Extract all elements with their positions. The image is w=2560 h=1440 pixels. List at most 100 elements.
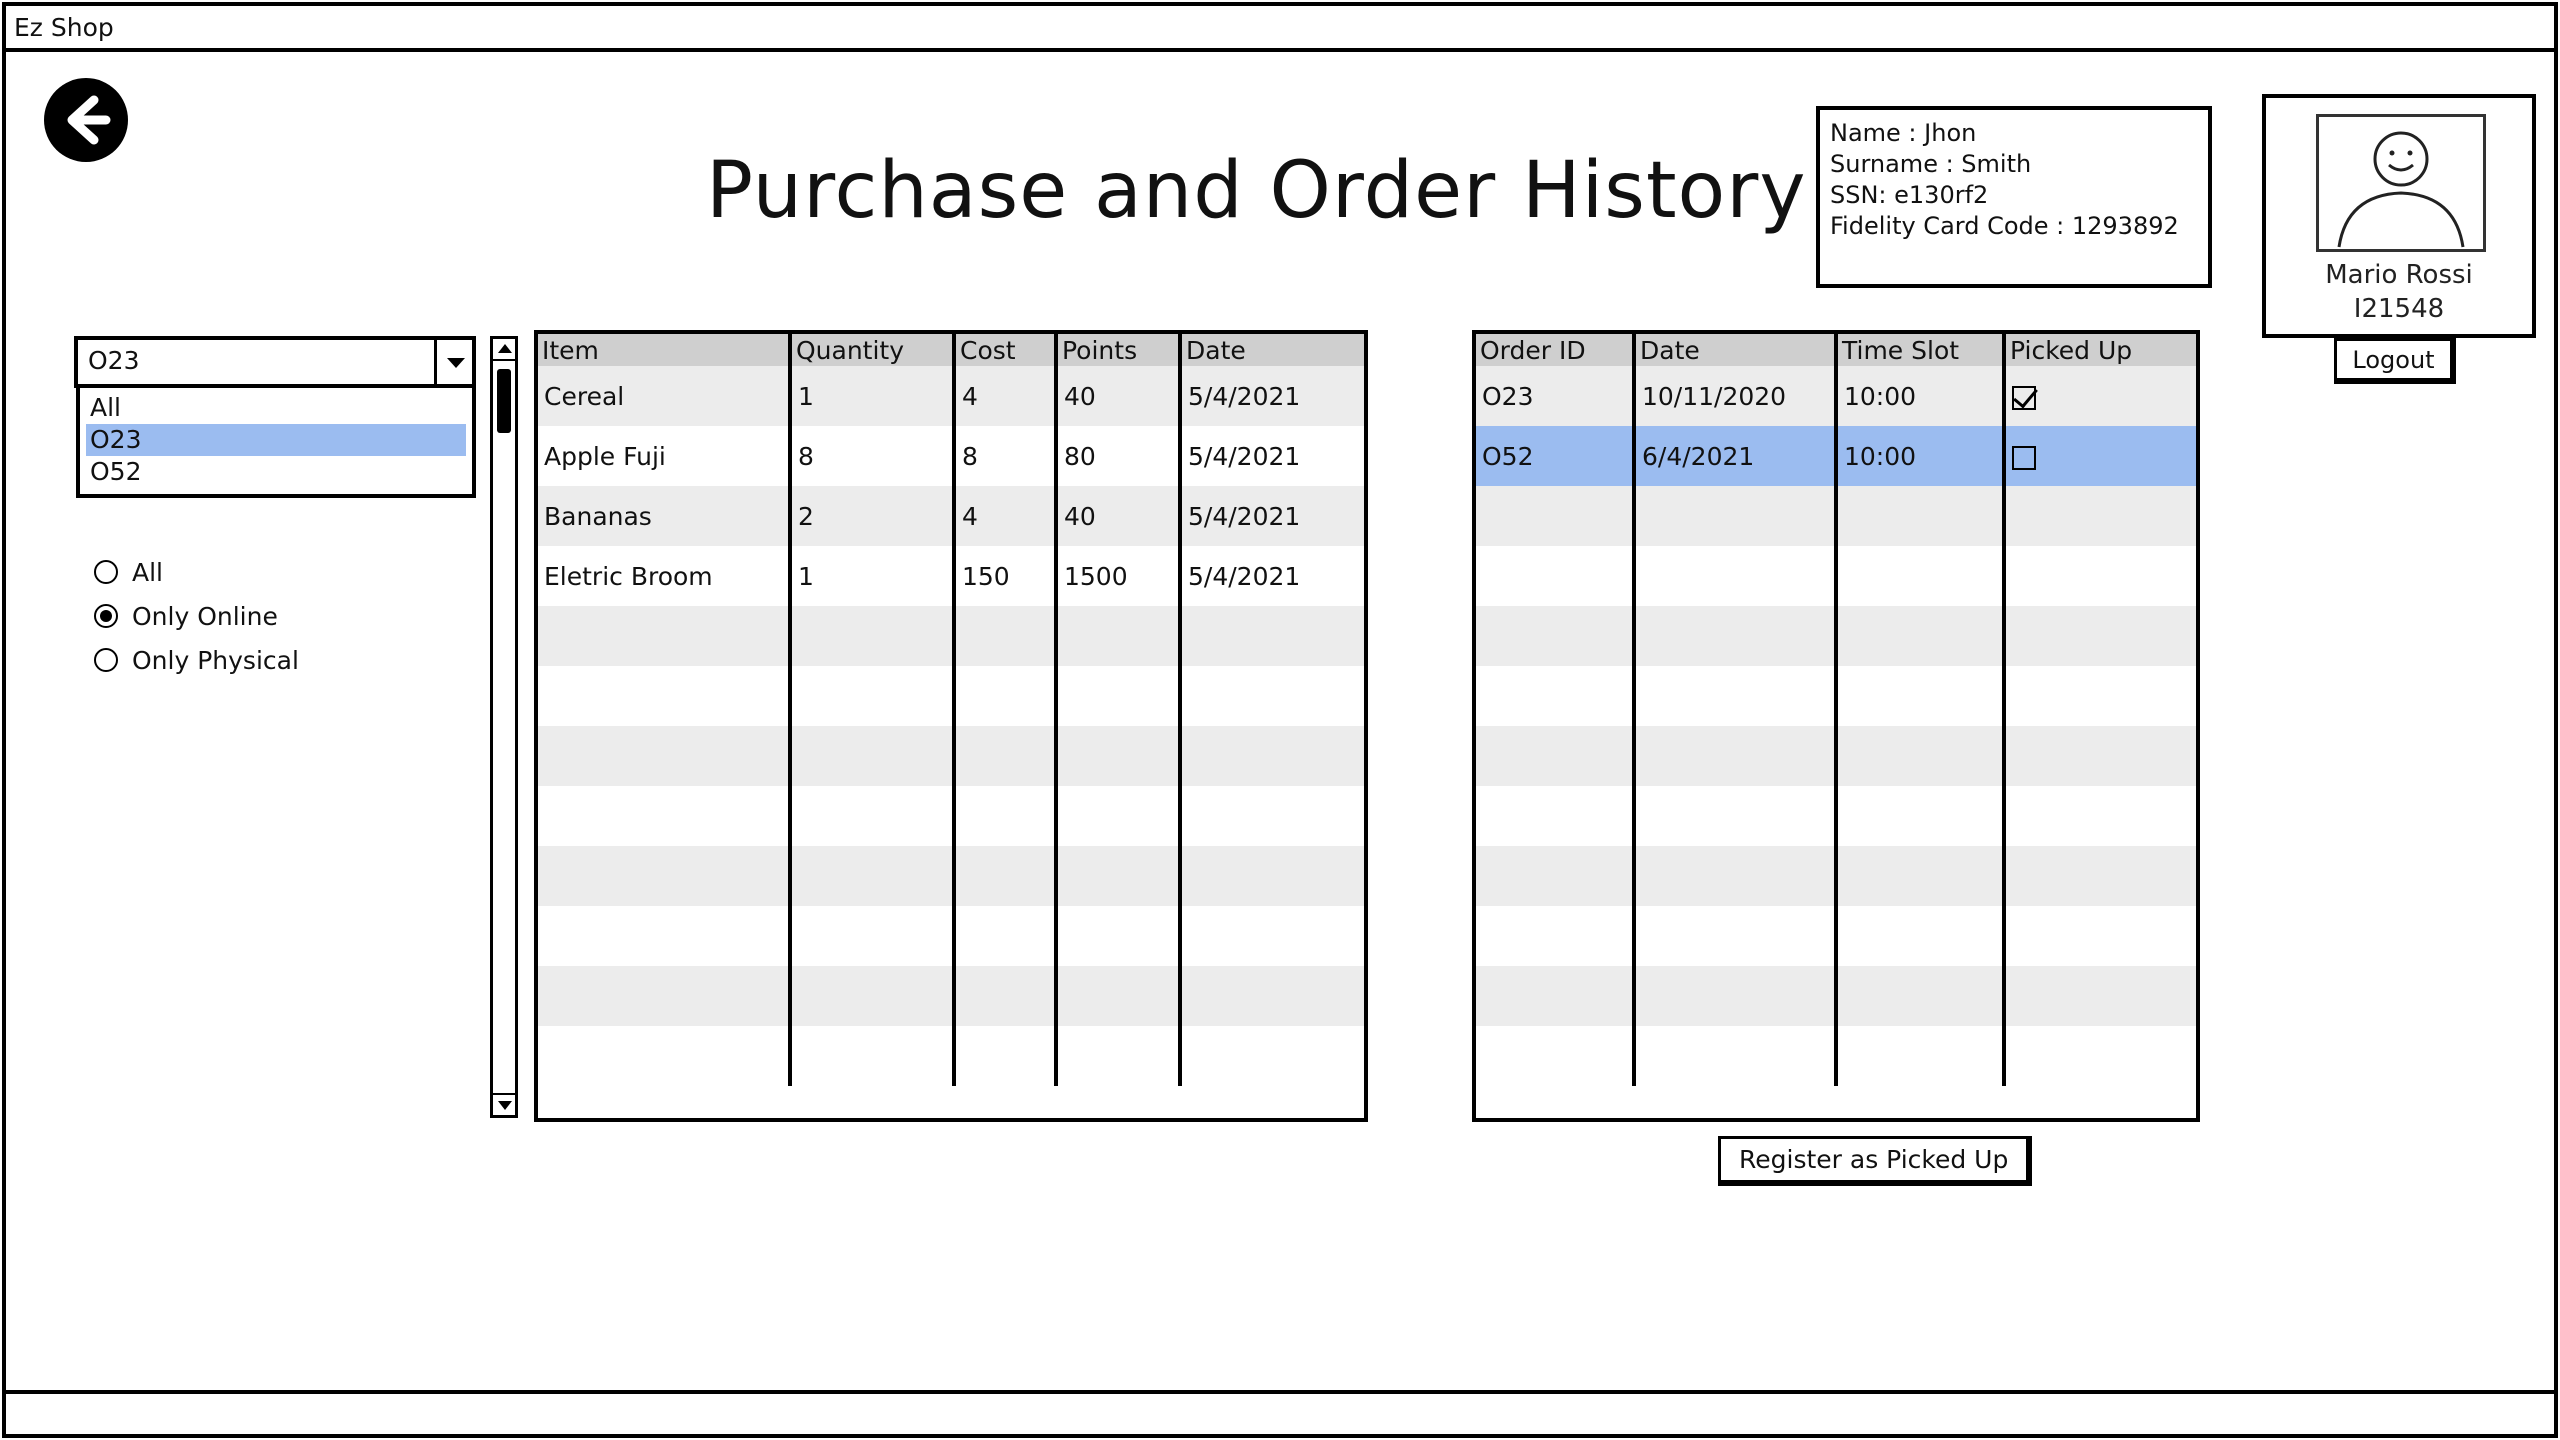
radio-button[interactable] [94,648,118,672]
table-cell: 40 [1056,486,1182,546]
table-cell [790,666,956,726]
table-cell [538,906,792,966]
table-cell: 5/4/2021 [1180,486,1364,546]
radio-option[interactable]: Only Online [94,594,299,638]
column-header[interactable]: Order ID [1476,334,1636,366]
purchase-scrollbar[interactable] [490,336,518,1118]
table-cell: 5/4/2021 [1180,426,1364,486]
back-arrow-icon[interactable] [44,78,128,162]
table-cell [1056,726,1182,786]
table-cell [954,966,1058,1026]
table-cell: 8 [954,426,1058,486]
table-cell: 6/4/2021 [1634,426,1838,486]
table-cell [954,666,1058,726]
table-row[interactable]: Cereal 1 4 40 5/4/2021 [538,366,1364,426]
table-row[interactable] [538,786,1364,846]
table-cell [954,786,1058,846]
table-row[interactable] [1476,966,2196,1026]
column-header[interactable]: Picked Up [2004,334,2196,366]
scroll-thumb[interactable] [497,369,511,433]
radio-option[interactable]: Only Physical [94,638,299,682]
table-row[interactable] [1476,726,2196,786]
app-window: Ez Shop Purchase and Order History Name … [2,2,2558,1438]
register-picked-up-button[interactable]: Register as Picked Up [1718,1136,2033,1186]
table-row[interactable]: O23 10/11/2020 10:00 [1476,366,2196,426]
column-header[interactable]: Time Slot [1836,334,2006,366]
chevron-down-icon[interactable] [434,340,472,384]
table-cell [1056,786,1182,846]
table-cell: 10:00 [1836,366,2006,426]
table-cell [538,1026,792,1086]
table-row[interactable]: Eletric Broom 1 150 1500 5/4/2021 [538,546,1364,606]
table-cell [790,606,956,666]
column-header[interactable]: Points [1056,334,1182,366]
table-cell [538,666,792,726]
avatar [2316,114,2486,252]
table-cell: 2 [790,486,956,546]
table-row[interactable] [1476,606,2196,666]
table-row[interactable]: Bananas 2 4 40 5/4/2021 [538,486,1364,546]
picked-up-checkbox[interactable] [2012,445,2036,470]
table-cell: O23 [1476,366,1636,426]
radio-label: Only Online [132,601,278,631]
table-row[interactable] [1476,546,2196,606]
table-cell [1180,726,1364,786]
table-row[interactable] [538,606,1364,666]
table-cell: 5/4/2021 [1180,366,1364,426]
dropdown-option[interactable]: O23 [86,424,466,456]
table-cell [1634,606,1838,666]
table-row[interactable] [1476,666,2196,726]
table-row[interactable]: O52 6/4/2021 10:00 [1476,426,2196,486]
user-avatar-icon [2337,131,2465,248]
table-row[interactable] [1476,1026,2196,1086]
table-cell [1056,846,1182,906]
table-cell: 4 [954,366,1058,426]
table-row[interactable] [538,726,1364,786]
table-cell [2004,966,2196,1026]
radio-option[interactable]: All [94,550,299,594]
logout-button[interactable]: Logout [2334,338,2456,384]
table-cell: 10:00 [1836,426,2006,486]
profile-card: Mario Rossi I21548 [2262,94,2536,338]
column-header[interactable]: Quantity [790,334,956,366]
table-row[interactable] [1476,486,2196,546]
radio-button[interactable] [94,560,118,584]
customer-surname: Surname : Smith [1830,150,2032,178]
table-cell [790,1026,956,1086]
table-cell [2004,666,2196,726]
table-cell [1180,666,1364,726]
table-row[interactable] [1476,846,2196,906]
dropdown-option[interactable]: All [86,392,466,424]
radio-button[interactable] [94,604,118,628]
table-cell [538,606,792,666]
table-row[interactable] [538,846,1364,906]
table-cell [954,726,1058,786]
table-row[interactable]: Apple Fuji 8 8 80 5/4/2021 [538,426,1364,486]
status-bar [6,1390,2554,1434]
table-cell: Apple Fuji [538,426,792,486]
table-cell: 1 [790,366,956,426]
column-header[interactable]: Date [1634,334,1838,366]
table-cell: 1500 [1056,546,1182,606]
table-cell [954,846,1058,906]
scroll-up-icon[interactable] [493,339,515,361]
table-cell: 1 [790,546,956,606]
dropdown-option[interactable]: O52 [86,456,466,488]
table-cell [538,846,792,906]
order-filter-value: O23 [88,346,140,375]
table-row[interactable] [538,666,1364,726]
order-filter-combobox[interactable]: O23 [74,336,476,388]
column-header[interactable]: Cost [954,334,1058,366]
column-header[interactable]: Item [538,334,792,366]
table-row[interactable] [538,966,1364,1026]
column-header[interactable]: Date [1180,334,1364,366]
table-row[interactable] [1476,786,2196,846]
radio-label: All [132,557,163,587]
picked-up-checkbox[interactable] [2012,385,2036,410]
table-cell: O52 [1476,426,1636,486]
table-row[interactable] [538,906,1364,966]
table-row[interactable] [1476,906,2196,966]
table-row[interactable] [538,1026,1364,1086]
table-cell [1180,1026,1364,1086]
scroll-down-icon[interactable] [493,1093,515,1115]
